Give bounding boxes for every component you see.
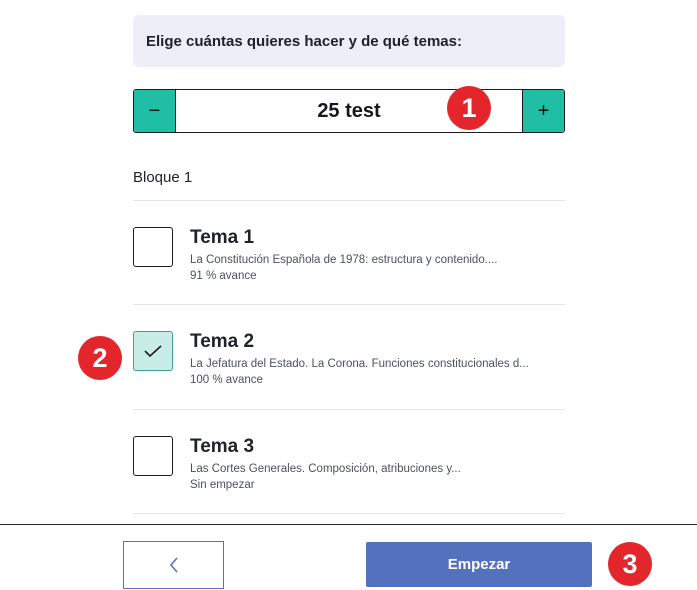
chevron-left-icon [169,557,178,573]
tema-3-checkbox[interactable] [133,436,173,476]
start-button[interactable]: Empezar [366,542,592,587]
minus-icon: − [148,99,161,122]
tema-progress: 91 % avance [190,270,257,282]
instruction-banner: Elige cuántas quieres hacer y de qué tem… [133,15,565,67]
footer-divider [0,524,697,525]
tema-item-1: Tema 1 La Constitución Española de 1978:… [133,201,565,301]
decrement-button[interactable]: − [134,90,176,132]
tema-2-checkbox[interactable] [133,331,173,371]
annotation-badge-2: 2 [78,336,122,380]
annotation-badge-1: 1 [447,86,491,130]
block-label: Bloque 1 [133,169,193,186]
tema-progress: Sin empezar [190,479,255,491]
tema-description: La Constitución Española de 1978: estruc… [190,254,498,266]
start-button-label: Empezar [447,556,511,573]
back-button[interactable] [123,541,224,589]
tema-progress: 100 % avance [190,374,263,386]
checkmark-icon [144,345,162,358]
increment-button[interactable]: + [522,90,564,132]
test-count-stepper: − 25 test + [133,89,565,133]
tema-item-3: Tema 3 Las Cortes Generales. Composición… [133,410,565,510]
tema-description: Las Cortes Generales. Composición, atrib… [190,463,461,475]
tema-title: Tema 1 [190,227,255,248]
tema-title: Tema 2 [190,331,255,352]
instruction-text: Elige cuántas quieres hacer y de qué tem… [146,32,462,50]
tema-item-2: Tema 2 La Jefatura del Estado. La Corona… [133,305,565,405]
annotation-badge-3: 3 [608,542,652,586]
tema-title: Tema 3 [190,436,255,457]
tema-description: La Jefatura del Estado. La Corona. Funci… [190,358,529,370]
plus-icon: + [537,99,550,122]
divider [133,513,565,514]
tema-1-checkbox[interactable] [133,227,173,267]
